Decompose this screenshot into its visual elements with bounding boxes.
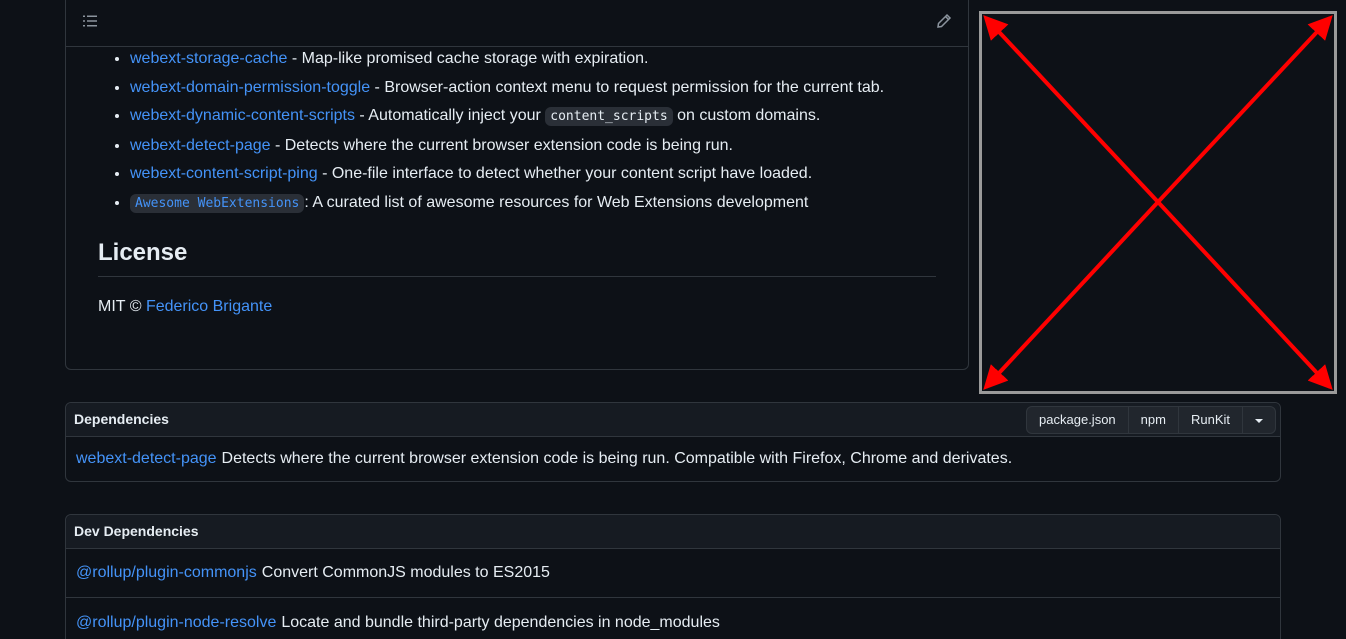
dependency-description: Convert CommonJS modules to ES2015 xyxy=(261,564,550,581)
license-author-link[interactable]: Federico Brigante xyxy=(146,298,272,315)
dependency-row: webext-detect-page Detects where the curr… xyxy=(66,437,1280,481)
dependencies-panel: Dependencies package.json npm RunKit web… xyxy=(65,402,1281,482)
dependencies-header: Dependencies package.json npm RunKit xyxy=(66,403,1280,437)
awesome-link-item: Awesome WebExtensions: A curated list of… xyxy=(130,190,936,216)
related-link[interactable]: webext-dynamic-content-scripts xyxy=(130,107,355,124)
dev-dependencies-panel: Dev Dependencies @rollup/plugin-commonjs… xyxy=(65,514,1281,639)
dependency-link[interactable]: @rollup/plugin-node-resolve xyxy=(76,611,276,635)
related-link[interactable]: webext-detect-page xyxy=(130,137,271,154)
dependency-link[interactable]: @rollup/plugin-commonjs xyxy=(76,561,257,585)
link-description: - Browser-action context menu to request… xyxy=(370,78,885,96)
dependency-description: Detects where the current browser extens… xyxy=(221,450,1013,467)
awesome-description: : A curated list of awesome resources fo… xyxy=(304,193,809,211)
related-link-item: webext-detect-page - Detects where the c… xyxy=(130,133,936,158)
readme-box: webext-storage-cache - Map-like promised… xyxy=(65,0,969,370)
link-description: - Map-like promised cache storage with e… xyxy=(287,50,649,67)
dev-dependencies-header: Dev Dependencies xyxy=(66,515,1280,549)
related-link[interactable]: webext-domain-permission-toggle xyxy=(130,79,370,96)
link-description: - Automatically inject your xyxy=(354,107,546,124)
dependencies-title: Dependencies xyxy=(74,411,169,427)
npm-button[interactable]: npm xyxy=(1129,407,1179,433)
license-heading: License xyxy=(98,238,936,277)
package-links-group: package.json npm RunKit xyxy=(1026,406,1276,434)
cross-arrows-icon xyxy=(983,15,1333,390)
license-prefix: MIT © xyxy=(98,297,146,315)
related-link-item: webext-dynamic-content-scripts - Automat… xyxy=(130,103,936,129)
dev-dependencies-title: Dev Dependencies xyxy=(74,523,199,539)
link-description: - One-file interface to detect whether y… xyxy=(317,165,813,182)
awesome-webextensions-link[interactable]: Awesome WebExtensions xyxy=(130,193,305,213)
dependency-row: @rollup/plugin-node-resolve Locate and bu… xyxy=(66,598,1280,639)
related-link[interactable]: webext-content-script-ping xyxy=(130,165,318,182)
package-json-button[interactable]: package.json xyxy=(1027,407,1129,433)
link-description: - Detects where the current browser exte… xyxy=(270,136,733,154)
dependency-description: Locate and bundle third-party dependenci… xyxy=(281,613,720,631)
related-link-item: webext-domain-permission-toggle - Browse… xyxy=(130,75,936,100)
dependency-row: @rollup/plugin-commonjs Convert CommonJS … xyxy=(66,549,1280,598)
more-dropdown-button[interactable] xyxy=(1243,407,1275,433)
runkit-button[interactable]: RunKit xyxy=(1179,407,1243,433)
broken-image-placeholder xyxy=(979,11,1337,394)
inline-code: content_scripts xyxy=(545,107,673,126)
pencil-icon[interactable] xyxy=(936,13,952,29)
link-description: on custom domains. xyxy=(672,107,821,124)
dependency-link[interactable]: webext-detect-page xyxy=(76,447,217,471)
related-link-item: webext-storage-cache - Map-like promised… xyxy=(130,46,936,71)
related-links-list: webext-storage-cache - Map-like promised… xyxy=(98,46,936,216)
related-link[interactable]: webext-storage-cache xyxy=(130,50,287,67)
related-link-item: webext-content-script-ping - One-file in… xyxy=(130,161,936,186)
list-unordered-icon[interactable] xyxy=(82,13,98,29)
triangle-down-icon xyxy=(1255,418,1263,423)
license-text: MIT © Federico Brigante xyxy=(98,295,936,319)
readme-toolbar xyxy=(66,0,968,47)
